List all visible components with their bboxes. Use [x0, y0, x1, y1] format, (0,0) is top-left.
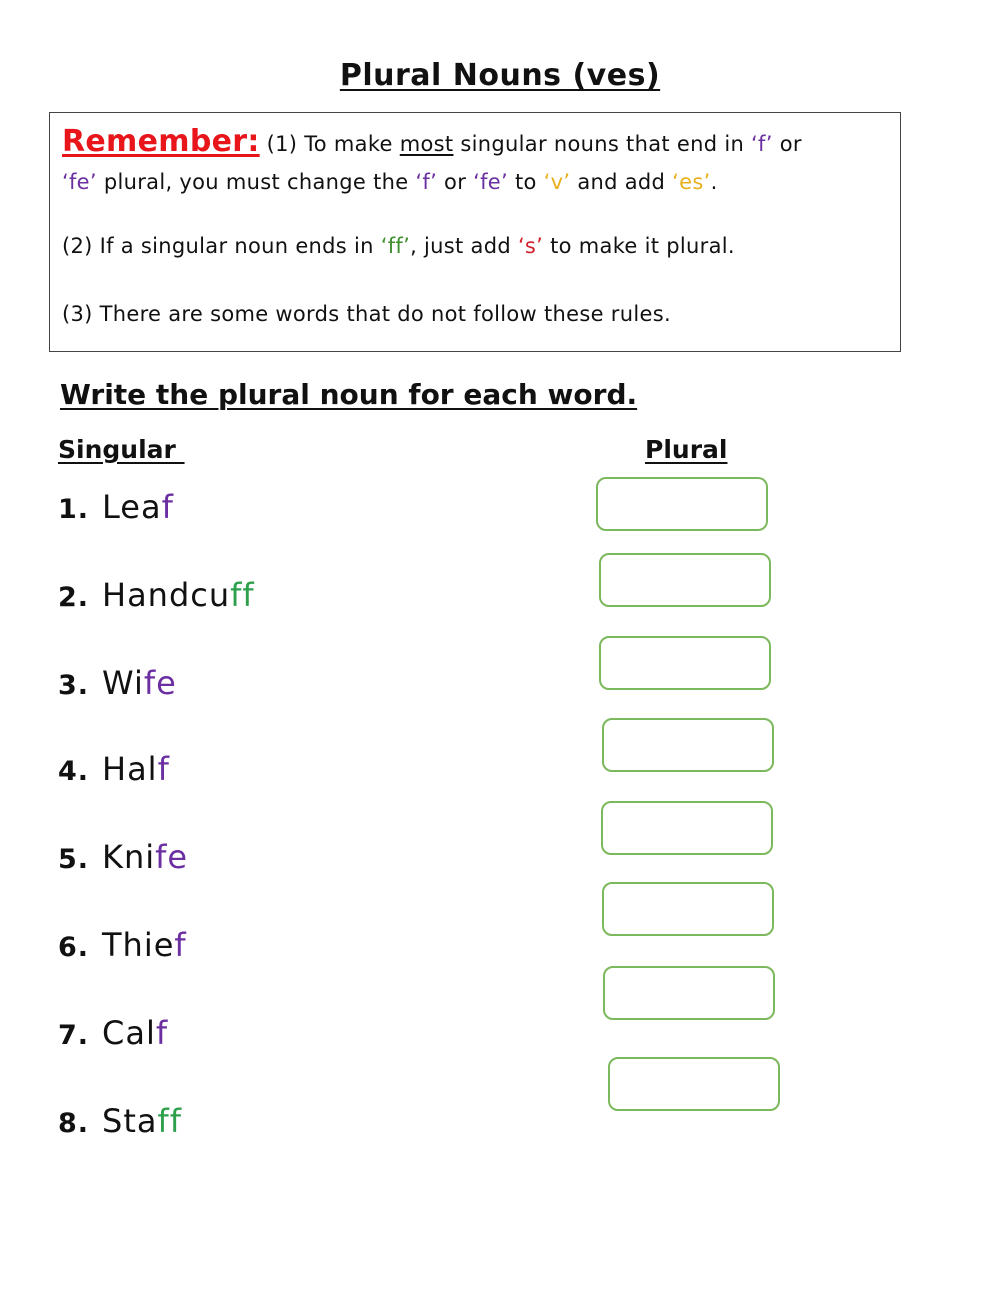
answer-input-5[interactable]: [601, 801, 773, 855]
word-stem: Handcu: [102, 576, 231, 614]
item-number: 4.: [58, 756, 90, 787]
highlight-s: s: [524, 234, 537, 258]
quote-mark: ‘: [751, 132, 759, 156]
answer-input-7[interactable]: [603, 966, 775, 1020]
highlight-fe: fe: [68, 170, 90, 194]
word-stem: Lea: [102, 488, 162, 526]
highlight-es: es: [679, 170, 704, 194]
instruction-heading: Write the plural noun for each word.: [60, 378, 638, 411]
quote-mark: ‘: [517, 234, 525, 258]
word-item: 4. Half: [58, 750, 170, 788]
rule-text: to: [508, 170, 544, 194]
rule-text: , just add: [410, 234, 518, 258]
rule-text: (1) To make: [259, 132, 400, 156]
word-item: 7. Calf: [58, 1014, 168, 1052]
word-stem: Kni: [102, 838, 156, 876]
quote-mark: ‘: [380, 234, 388, 258]
quote-mark: ’: [501, 170, 509, 194]
highlight-ff: ff: [387, 234, 404, 258]
word-ending: ff: [230, 576, 255, 614]
answer-input-3[interactable]: [599, 636, 771, 690]
word-stem: Cal: [102, 1014, 156, 1052]
word-item: 8. Staff: [58, 1102, 182, 1140]
rule-text: .: [710, 170, 718, 194]
item-number: 3.: [58, 670, 90, 701]
rule-text: (2) If a singular noun ends in: [62, 234, 381, 258]
quote-mark: ’: [89, 170, 97, 194]
rules-box: Remember: (1) To make most singular noun…: [49, 112, 901, 352]
item-number: 1.: [58, 494, 90, 525]
word-ending: ff: [157, 1102, 182, 1140]
word-ending: f: [155, 1014, 169, 1052]
word-ending: fe: [143, 664, 177, 702]
word-stem: Wi: [102, 664, 144, 702]
highlight-f: f: [758, 132, 766, 156]
rule-text: or: [772, 132, 802, 156]
rule-3: (3) There are some words that do not fol…: [62, 302, 671, 326]
rule-text: plural, you must change the: [96, 170, 416, 194]
word-item: 2. Handcuff: [58, 576, 255, 614]
rule-text: to make it plural.: [543, 234, 735, 258]
answer-input-6[interactable]: [602, 882, 774, 936]
plural-column-header: Plural: [645, 435, 728, 464]
word-item: 6. Thief: [58, 926, 187, 964]
highlight-v: v: [550, 170, 564, 194]
word-stem: Thie: [102, 926, 175, 964]
rule-1: Remember: (1) To make most singular noun…: [62, 123, 802, 201]
item-number: 2.: [58, 582, 90, 613]
word-ending: f: [161, 488, 174, 526]
word-ending: fe: [155, 838, 189, 876]
word-ending: f: [174, 926, 187, 964]
quote-mark: ‘: [543, 170, 551, 194]
answer-input-8[interactable]: [608, 1057, 780, 1111]
highlight-fe: fe: [480, 170, 502, 194]
answer-input-1[interactable]: [596, 477, 768, 531]
item-number: 5.: [58, 844, 90, 875]
rule-2: (2) If a singular noun ends in ‘ff’, jus…: [62, 227, 735, 265]
word-item: 3. Wife: [58, 664, 177, 702]
rule-text: or: [437, 170, 474, 194]
singular-column-header: Singular: [58, 435, 185, 464]
word-item: 1. Leaf: [58, 488, 174, 526]
item-number: 7.: [58, 1020, 90, 1051]
page-title: Plural Nouns (ves): [339, 58, 661, 93]
word-ending: f: [157, 750, 170, 788]
answer-input-4[interactable]: [602, 718, 774, 772]
answer-input-2[interactable]: [599, 553, 771, 607]
item-number: 8.: [58, 1108, 90, 1139]
rule-emphasis: most: [399, 132, 454, 156]
quote-mark: ’: [703, 170, 711, 194]
word-stem: Sta: [102, 1102, 158, 1140]
rule-text: singular nouns that end in: [453, 132, 752, 156]
item-number: 6.: [58, 932, 90, 963]
quote-mark: ‘: [62, 170, 69, 194]
highlight-f: f: [422, 170, 431, 194]
remember-label: Remember:: [62, 124, 260, 159]
word-stem: Hal: [102, 750, 158, 788]
rule-text: and add: [570, 170, 673, 194]
quote-mark: ’: [765, 132, 773, 156]
word-item: 5. Knife: [58, 838, 188, 876]
